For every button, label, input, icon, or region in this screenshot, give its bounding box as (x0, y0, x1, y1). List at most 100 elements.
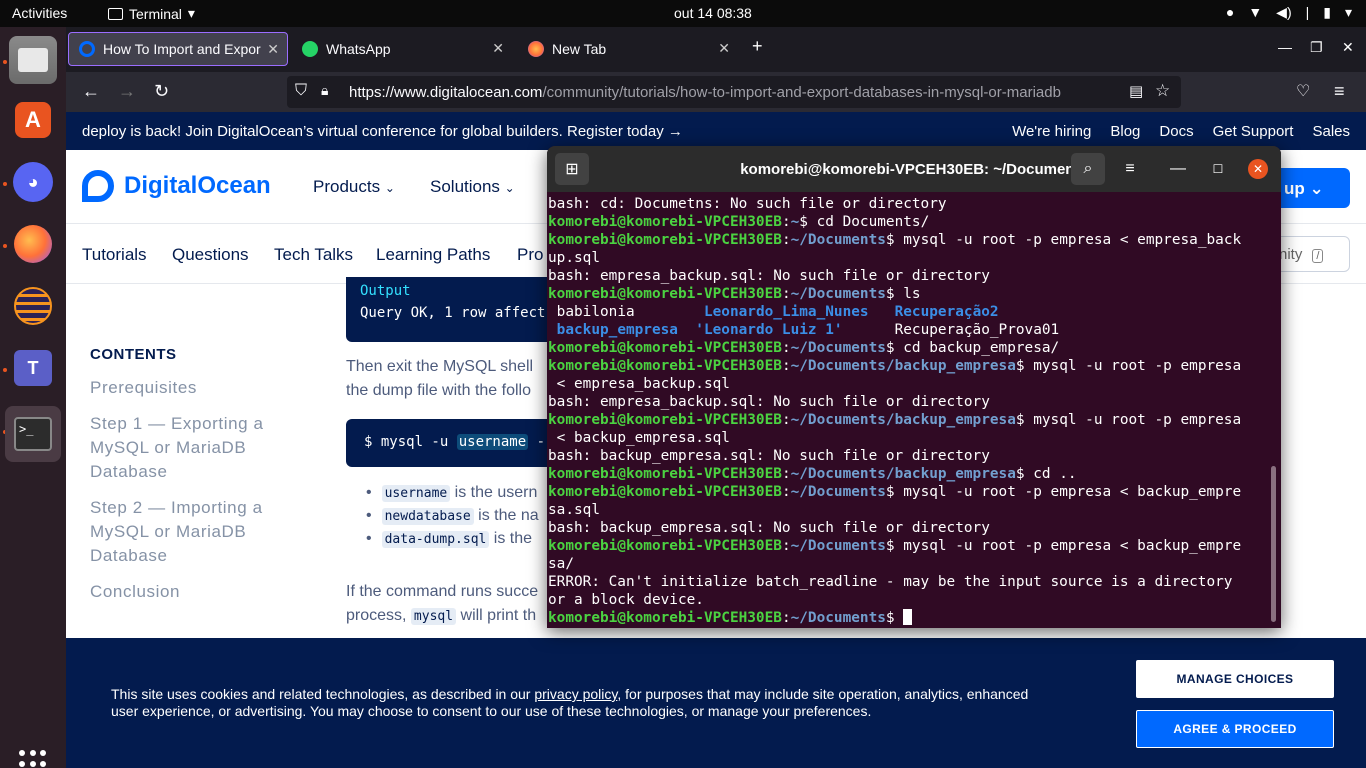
tab-close-icon[interactable]: ✕ (267, 41, 279, 58)
tab-digitalocean[interactable]: How To Import and Expor ✕ (68, 32, 288, 66)
link-hiring[interactable]: We're hiring (1012, 123, 1091, 140)
teams-tray-icon[interactable]: ● (1226, 4, 1234, 21)
restore-icon[interactable]: ❐ (1310, 39, 1323, 56)
toc-prerequisites[interactable]: Prerequisites (90, 376, 280, 400)
promo-banner: deploy is back! Join DigitalOcean’s virt… (66, 112, 1366, 150)
sign-up-label: up (1284, 179, 1305, 198)
terminal-output[interactable]: bash: cd: Documetns: No such file or dir… (548, 195, 1272, 627)
pocket-icon[interactable]: ♡ (1296, 81, 1310, 101)
clock[interactable]: out 14 08:38 (674, 5, 752, 21)
teams-icon[interactable]: T (9, 344, 57, 392)
nav-solutions[interactable]: Solutions ⌄ (430, 177, 515, 197)
toc-step-2[interactable]: Step 2 — Importing a MySQL or MariaDB Da… (90, 496, 280, 568)
link-docs[interactable]: Docs (1159, 123, 1193, 140)
subnav-learning-paths[interactable]: Learning Paths (376, 245, 490, 265)
inline-code: data-dump.sql (381, 531, 490, 548)
command-text: $ cd .. (1015, 466, 1077, 482)
link-blog[interactable]: Blog (1110, 123, 1140, 140)
terminal-titlebar[interactable]: ⊞ komorebi@komorebi-VPCEH30EB: ~/Documen… (547, 146, 1281, 192)
text-cursor (903, 609, 913, 625)
link-support[interactable]: Get Support (1213, 123, 1294, 140)
command-prefix: $ mysql -u (364, 434, 457, 450)
subnav-tech-talks[interactable]: Tech Talks (274, 245, 353, 265)
close-window-icon[interactable]: ✕ (1342, 39, 1354, 56)
list-item: newdatabase is the na (366, 507, 539, 530)
system-tray[interactable]: ● ▼ ◀) | ▮ ▾ (1226, 4, 1352, 21)
terminal-line: komorebi@komorebi-VPCEH30EB:~/Documents$ (548, 609, 1272, 627)
running-indicator (3, 182, 7, 186)
digitalocean-logo[interactable]: DigitalOcean (82, 170, 271, 202)
manage-choices-button[interactable]: MANAGE CHOICES (1136, 660, 1334, 698)
nav-products[interactable]: Products ⌄ (313, 177, 395, 197)
tab-whatsapp[interactable]: WhatsApp ✕ (292, 32, 512, 66)
app-menu-icon[interactable]: ≡ (1334, 81, 1345, 102)
variable-list: username is the usern newdatabase is the… (366, 484, 539, 553)
terminal-line: komorebi@komorebi-VPCEH30EB:~/Documents/… (548, 358, 1242, 374)
prompt-user: komorebi@komorebi-VPCEH30EB (548, 610, 782, 626)
tab-close-icon[interactable]: ✕ (718, 40, 730, 57)
chevron-down-icon: ⌄ (384, 181, 395, 195)
tab-label: WhatsApp (326, 41, 391, 57)
tab-new-tab[interactable]: New Tab ✕ (518, 32, 738, 66)
files-app-icon[interactable] (9, 36, 57, 84)
logo-text: DigitalOcean (124, 172, 271, 199)
show-apps-icon[interactable] (19, 750, 47, 768)
software-center-icon[interactable]: A (9, 96, 57, 144)
app-menu[interactable]: Terminal ▾ (108, 5, 195, 22)
subnav-products[interactable]: Pro (517, 245, 543, 265)
command-text: $ mysql -u root -p empresa < backup_empr… (885, 484, 1242, 500)
paragraph-line: process, mysql will print th (346, 604, 536, 629)
paragraph-line: Then exit the MySQL shell (346, 358, 534, 375)
eclipse-icon[interactable] (9, 282, 57, 330)
ls-entry: Recuperação_Prova01 (894, 322, 1060, 338)
close-icon[interactable]: ✕ (1248, 159, 1268, 179)
promo-message[interactable]: deploy is back! Join DigitalOcean’s virt… (82, 123, 683, 140)
subnav-questions[interactable]: Questions (172, 245, 249, 265)
url-bar[interactable]: ⛉ 🔒︎ https://www.digitalocean.com/commun… (287, 76, 1181, 108)
minimize-icon[interactable]: — (1161, 153, 1195, 185)
chevron-down-icon: ⌄ (1309, 179, 1324, 198)
list-item: username is the usern (366, 484, 539, 507)
url-text[interactable]: https://www.digitalocean.com/community/t… (349, 84, 1061, 101)
link-sales[interactable]: Sales (1312, 123, 1350, 140)
ls-entry: backup_empresa (556, 322, 678, 338)
reader-view-icon[interactable]: ▤ (1129, 82, 1143, 100)
minimize-icon[interactable]: — (1278, 39, 1292, 55)
discord-icon[interactable]: ◕ (9, 158, 57, 206)
hamburger-menu-icon[interactable]: ≡ (1113, 153, 1147, 185)
back-icon[interactable]: ← (82, 81, 100, 102)
terminal-line: bash: backup_empresa.sql: No such file o… (548, 520, 990, 536)
activities-button[interactable]: Activities (12, 5, 67, 21)
firefox-icon[interactable] (9, 220, 57, 268)
privacy-policy-link[interactable]: privacy policy (534, 686, 617, 702)
tab-close-icon[interactable]: ✕ (492, 40, 504, 57)
maximize-icon[interactable]: ☐ (1201, 153, 1235, 185)
search-icon[interactable]: ⌕ (1071, 153, 1105, 185)
prompt-path: ~/Documents (790, 538, 886, 554)
caret-down-icon: ▾ (187, 5, 195, 21)
prompt-path: ~/Documents (790, 610, 886, 626)
power-menu-icon: ▾ (1344, 4, 1352, 20)
command-text: < backup_empresa.sql (556, 430, 730, 446)
terminal-window[interactable]: ⊞ komorebi@komorebi-VPCEH30EB: ~/Documen… (547, 146, 1281, 628)
bookmark-star-icon[interactable]: ☆ (1155, 81, 1170, 101)
terminal-scrollbar[interactable] (1271, 466, 1276, 622)
paragraph-text: process, (346, 607, 411, 624)
toc-conclusion[interactable]: Conclusion (90, 580, 280, 604)
forward-icon[interactable]: → (118, 81, 136, 102)
cookie-consent-banner: This site uses cookies and related techn… (66, 638, 1366, 768)
reload-icon[interactable]: ↻ (154, 81, 169, 102)
prompt-path: ~/Documents (790, 286, 886, 302)
lock-icon[interactable]: 🔒︎ (321, 82, 328, 99)
subnav-tutorials[interactable]: Tutorials (82, 245, 147, 265)
terminal-line: < empresa_backup.sql (548, 375, 1272, 393)
toc-step-1[interactable]: Step 1 — Exporting a MySQL or MariaDB Da… (90, 412, 280, 484)
whatsapp-favicon-icon (302, 41, 318, 57)
terminal-app-icon[interactable]: >_ (5, 406, 61, 462)
tracking-shield-icon[interactable]: ⛉ (295, 82, 307, 100)
banner-links: We're hiring Blog Docs Get Support Sales (1012, 123, 1350, 140)
command-text: $ mysql -u root -p empresa < backup_empr… (885, 538, 1242, 554)
agree-proceed-button[interactable]: AGREE & PROCEED (1136, 710, 1334, 748)
new-tab-icon[interactable]: + (752, 36, 763, 57)
digitalocean-logo-icon (82, 170, 114, 202)
